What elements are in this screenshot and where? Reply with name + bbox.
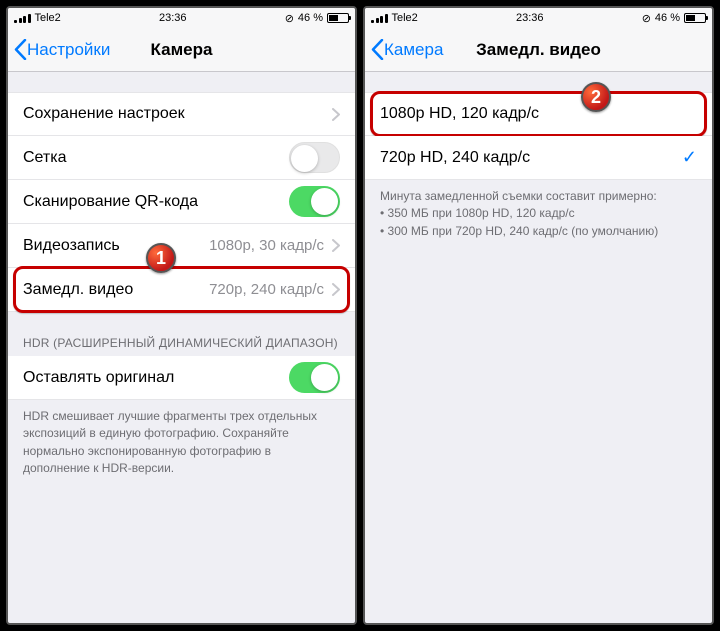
back-button[interactable]: Камера — [365, 39, 443, 60]
back-label: Камера — [384, 40, 443, 60]
chevron-left-icon — [371, 39, 384, 60]
row-label: Сохранение настроек — [23, 105, 332, 123]
rotation-lock-icon: ⊘ — [642, 12, 651, 25]
option-720p-240[interactable]: 720p HD, 240 кадр/с ✓ — [365, 136, 712, 180]
qr-switch[interactable] — [289, 186, 340, 217]
row-value: 1080p, 30 кадр/с — [209, 237, 324, 254]
footer-intro: Минута замедленной съемки составит приме… — [380, 188, 697, 205]
row-label: Сканирование QR-кода — [23, 193, 289, 211]
phone-slomo-options: Tele2 23:36 ⊘ 46 % Камера Замедл. видео … — [363, 6, 714, 625]
group-footer-hdr: HDR смешивает лучшие фрагменты трех отде… — [8, 400, 355, 486]
row-qr-scan[interactable]: Сканирование QR-кода — [8, 180, 355, 224]
footer-bullet: 300 МБ при 720p HD, 240 кадр/с (по умолч… — [380, 223, 697, 240]
chevron-left-icon — [14, 39, 27, 60]
settings-list: Сохранение настроек Сетка Сканирование Q… — [8, 72, 355, 623]
battery-percent: 46 % — [655, 12, 680, 24]
row-save-settings[interactable]: Сохранение настроек — [8, 92, 355, 136]
chevron-right-icon — [332, 283, 340, 296]
checkmark-icon: ✓ — [682, 147, 697, 168]
row-value: 720p, 240 кадр/с — [209, 281, 324, 298]
row-label: Оставлять оригинал — [23, 369, 289, 387]
keep-original-switch[interactable] — [289, 362, 340, 393]
group-header-hdr: HDR (РАСШИРЕННЫЙ ДИНАМИЧЕСКИЙ ДИАПАЗОН) — [8, 330, 355, 356]
battery-percent: 46 % — [298, 12, 323, 24]
signal-icon — [371, 14, 388, 23]
row-label: Сетка — [23, 149, 289, 167]
callout-badge-2: 2 — [581, 82, 611, 112]
row-label: Замедл. видео — [23, 281, 209, 299]
row-video-record[interactable]: Видеозапись 1080p, 30 кадр/с — [8, 224, 355, 268]
option-1080p-120[interactable]: 1080p HD, 120 кадр/с — [365, 92, 712, 136]
status-time: 23:36 — [159, 12, 187, 24]
carrier: Tele2 — [392, 12, 418, 24]
footer-bullet: 350 МБ при 1080p HD, 120 кадр/с — [380, 205, 697, 222]
options-list: 1080p HD, 120 кадр/с 720p HD, 240 кадр/с… — [365, 72, 712, 623]
option-label: 1080p HD, 120 кадр/с — [380, 105, 697, 123]
battery-icon — [684, 13, 706, 23]
nav-bar: Настройки Камера — [8, 28, 355, 72]
back-label: Настройки — [27, 40, 110, 60]
row-keep-original[interactable]: Оставлять оригинал — [8, 356, 355, 400]
row-label: Видеозапись — [23, 237, 209, 255]
status-bar: Tele2 23:36 ⊘ 46 % — [8, 8, 355, 28]
back-button[interactable]: Настройки — [8, 39, 110, 60]
row-slomo-video[interactable]: Замедл. видео 720p, 240 кадр/с — [8, 268, 355, 312]
status-bar: Tele2 23:36 ⊘ 46 % — [365, 8, 712, 28]
signal-icon — [14, 14, 31, 23]
chevron-right-icon — [332, 239, 340, 252]
options-footer: Минута замедленной съемки составит приме… — [365, 180, 712, 248]
grid-switch[interactable] — [289, 142, 340, 173]
nav-bar: Камера Замедл. видео — [365, 28, 712, 72]
chevron-right-icon — [332, 108, 340, 121]
row-grid[interactable]: Сетка — [8, 136, 355, 180]
callout-badge-1: 1 — [146, 243, 176, 273]
battery-icon — [327, 13, 349, 23]
phone-camera-settings: Tele2 23:36 ⊘ 46 % Настройки Камера Сохр… — [6, 6, 357, 625]
rotation-lock-icon: ⊘ — [285, 12, 294, 25]
option-label: 720p HD, 240 кадр/с — [380, 149, 682, 167]
carrier: Tele2 — [35, 12, 61, 24]
status-time: 23:36 — [516, 12, 544, 24]
